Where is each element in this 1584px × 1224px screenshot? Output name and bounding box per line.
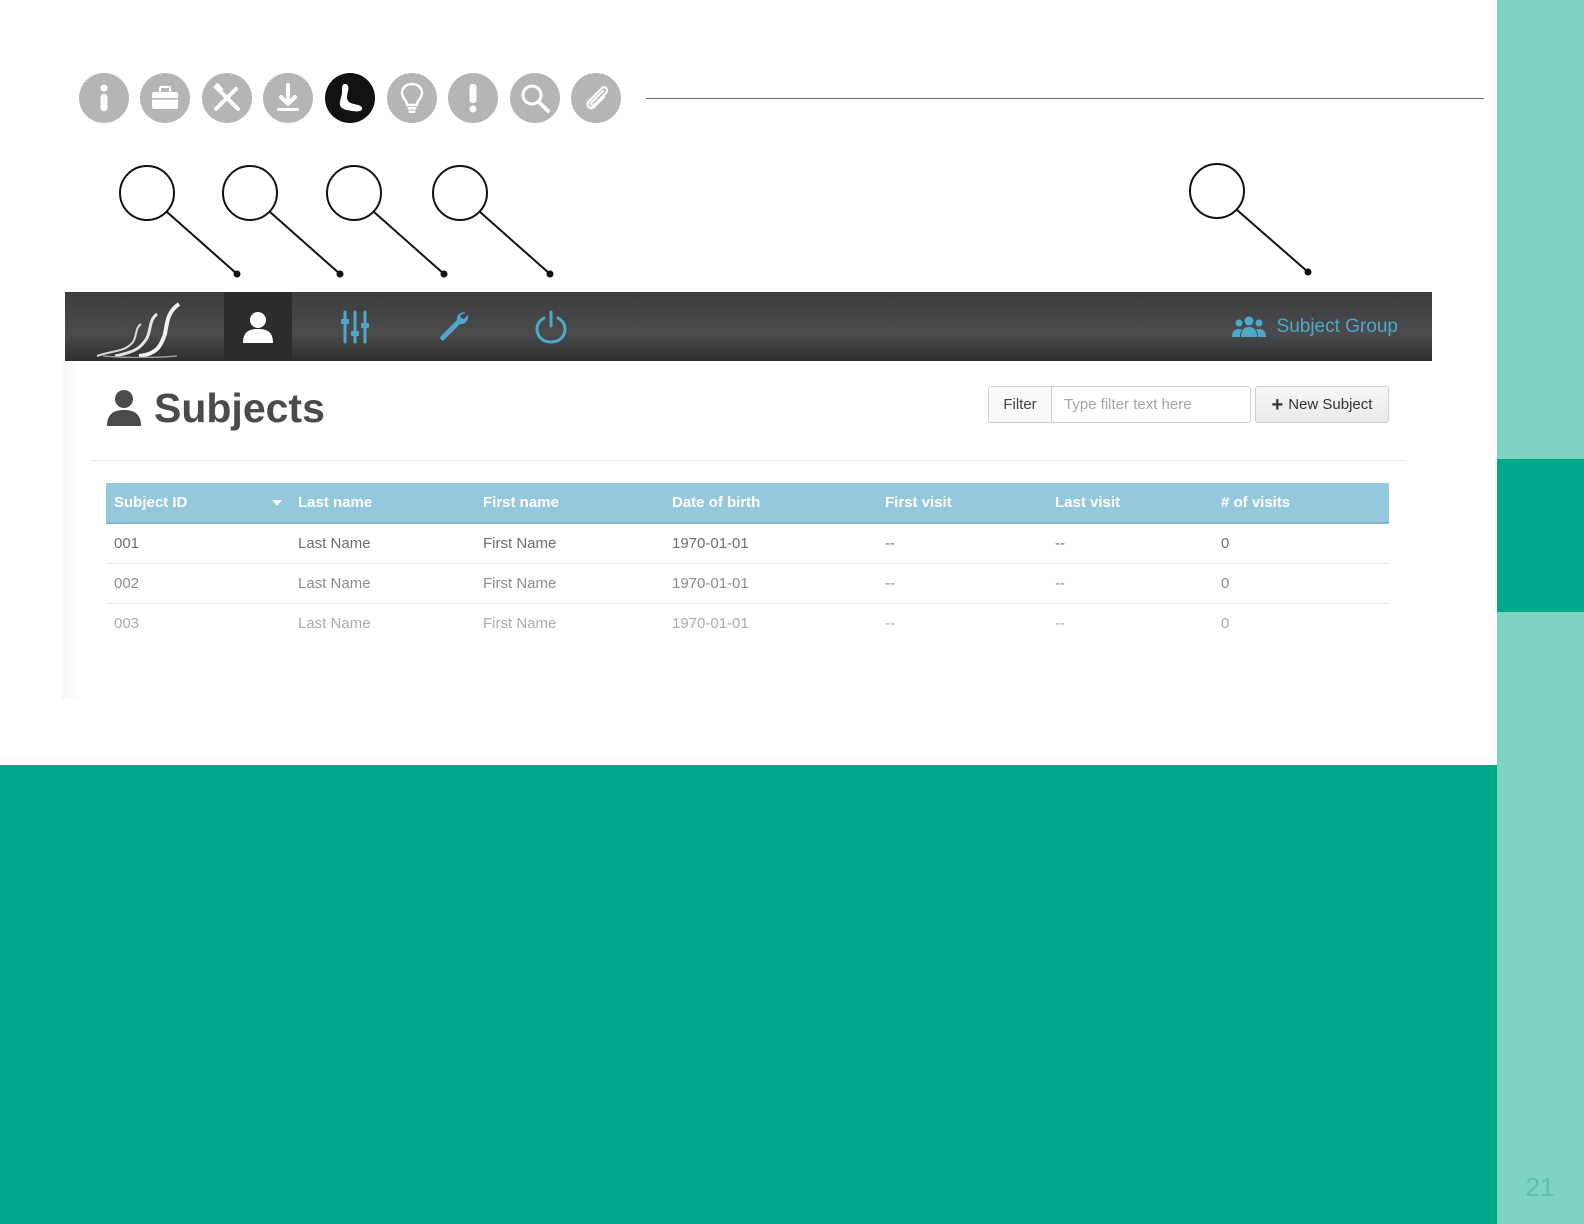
page-title: Subjects bbox=[106, 383, 325, 433]
legend-divider-line bbox=[646, 98, 1484, 99]
table-header-row: Subject ID Last name First name Date of … bbox=[106, 483, 1389, 524]
column-header-visit-count[interactable]: # of visits bbox=[1213, 483, 1389, 524]
plus-icon: + bbox=[1271, 393, 1284, 416]
table-row[interactable]: 003 Last Name First Name 1970-01-01 -- -… bbox=[106, 603, 1389, 643]
nav-tools-button[interactable] bbox=[420, 292, 488, 361]
page-number: 21 bbox=[1525, 1172, 1555, 1202]
cell-subject-id: 002 bbox=[106, 563, 290, 604]
cell-date-of-birth: 1970-01-01 bbox=[664, 523, 877, 564]
foot-icon bbox=[325, 73, 375, 123]
cell-last-name: Last Name bbox=[290, 523, 475, 564]
wrench-icon bbox=[440, 311, 469, 341]
cell-last-name: Last Name bbox=[290, 563, 475, 604]
content-shadow bbox=[62, 360, 80, 700]
app-logo-icon bbox=[96, 302, 181, 358]
column-header-last-name[interactable]: Last name bbox=[290, 483, 475, 524]
cell-last-visit: -- bbox=[1047, 563, 1213, 604]
new-subject-label: New Subject bbox=[1288, 396, 1373, 413]
column-header-first-visit[interactable]: First visit bbox=[877, 483, 1047, 524]
cell-last-name: Last Name bbox=[298, 614, 371, 632]
cell-first-name: First Name bbox=[483, 614, 557, 632]
cell-date-of-birth: 1970-01-01 bbox=[664, 563, 877, 604]
cell-visit-count: 0 bbox=[1213, 523, 1389, 564]
subjects-table: Subject ID Last name First name Date of … bbox=[106, 483, 1389, 643]
callout-markers bbox=[119, 163, 1312, 278]
callout-marker bbox=[1189, 163, 1309, 273]
cell-first-visit: -- bbox=[877, 563, 1047, 604]
briefcase-icon bbox=[140, 73, 190, 123]
column-header-date-of-birth[interactable]: Date of birth bbox=[664, 483, 877, 524]
cell-visit-count: 0 bbox=[1221, 614, 1230, 632]
cell-first-name: First Name bbox=[475, 523, 664, 564]
cell-first-visit: -- bbox=[877, 523, 1047, 564]
column-header-subject-id[interactable]: Subject ID bbox=[106, 483, 290, 524]
callout-pin bbox=[1304, 268, 1312, 276]
cell-last-visit: -- bbox=[1047, 523, 1213, 564]
nav-subjects-button[interactable] bbox=[224, 292, 292, 361]
side-bar-light bbox=[1497, 0, 1584, 1224]
filter-label: Filter bbox=[988, 386, 1051, 423]
bottom-color-block bbox=[0, 765, 1497, 1224]
lightbulb-icon bbox=[387, 73, 437, 123]
callout-marker bbox=[222, 165, 341, 275]
filter-group: Filter bbox=[988, 386, 1251, 423]
column-header-first-name[interactable]: First name bbox=[475, 483, 664, 524]
users-icon bbox=[1231, 316, 1266, 337]
callout-pin bbox=[233, 270, 241, 278]
subject-group-label: Subject Group bbox=[1276, 315, 1398, 337]
info-icon bbox=[79, 73, 129, 123]
column-header-last-visit[interactable]: Last visit bbox=[1047, 483, 1213, 524]
exclamation-icon bbox=[448, 73, 498, 123]
cell-subject-id: 001 bbox=[106, 523, 290, 564]
sort-desc-icon bbox=[272, 499, 282, 506]
table-row[interactable]: 001 Last Name First Name 1970-01-01 -- -… bbox=[106, 523, 1389, 564]
search-icon bbox=[510, 73, 560, 123]
side-bar-accent bbox=[1497, 459, 1584, 612]
cell-subject-id: 003 bbox=[114, 614, 140, 632]
paperclip-icon bbox=[571, 73, 621, 123]
user-icon bbox=[243, 311, 273, 343]
new-subject-button[interactable]: + New Subject bbox=[1255, 386, 1389, 423]
download-icon bbox=[263, 73, 313, 123]
callout-pin bbox=[546, 270, 554, 278]
tools-icon bbox=[202, 73, 252, 123]
callout-marker bbox=[432, 165, 551, 275]
cell-first-visit: -- bbox=[885, 614, 895, 632]
table-row[interactable]: 002 Last Name First Name 1970-01-01 -- -… bbox=[106, 563, 1389, 604]
page-title-text: Subjects bbox=[154, 384, 325, 431]
nav-logout-button[interactable] bbox=[517, 292, 585, 361]
nav-subject-group-link[interactable]: Subject Group bbox=[1231, 292, 1398, 361]
app-navbar: Subject Group bbox=[65, 292, 1432, 361]
header-divider bbox=[90, 460, 1406, 461]
cell-visit-count: 0 bbox=[1213, 563, 1389, 604]
cell-first-name: First Name bbox=[475, 563, 664, 604]
callout-marker bbox=[119, 165, 238, 275]
nav-settings-button[interactable] bbox=[321, 292, 389, 361]
cell-date-of-birth: 1970-01-01 bbox=[672, 614, 749, 632]
user-icon bbox=[107, 390, 141, 426]
cell-last-visit: -- bbox=[1055, 614, 1065, 632]
filter-input[interactable] bbox=[1051, 386, 1251, 423]
power-icon bbox=[535, 310, 567, 344]
callout-pin bbox=[336, 270, 344, 278]
callout-marker bbox=[326, 165, 445, 275]
callout-pin bbox=[440, 270, 448, 278]
sliders-icon bbox=[341, 310, 369, 343]
